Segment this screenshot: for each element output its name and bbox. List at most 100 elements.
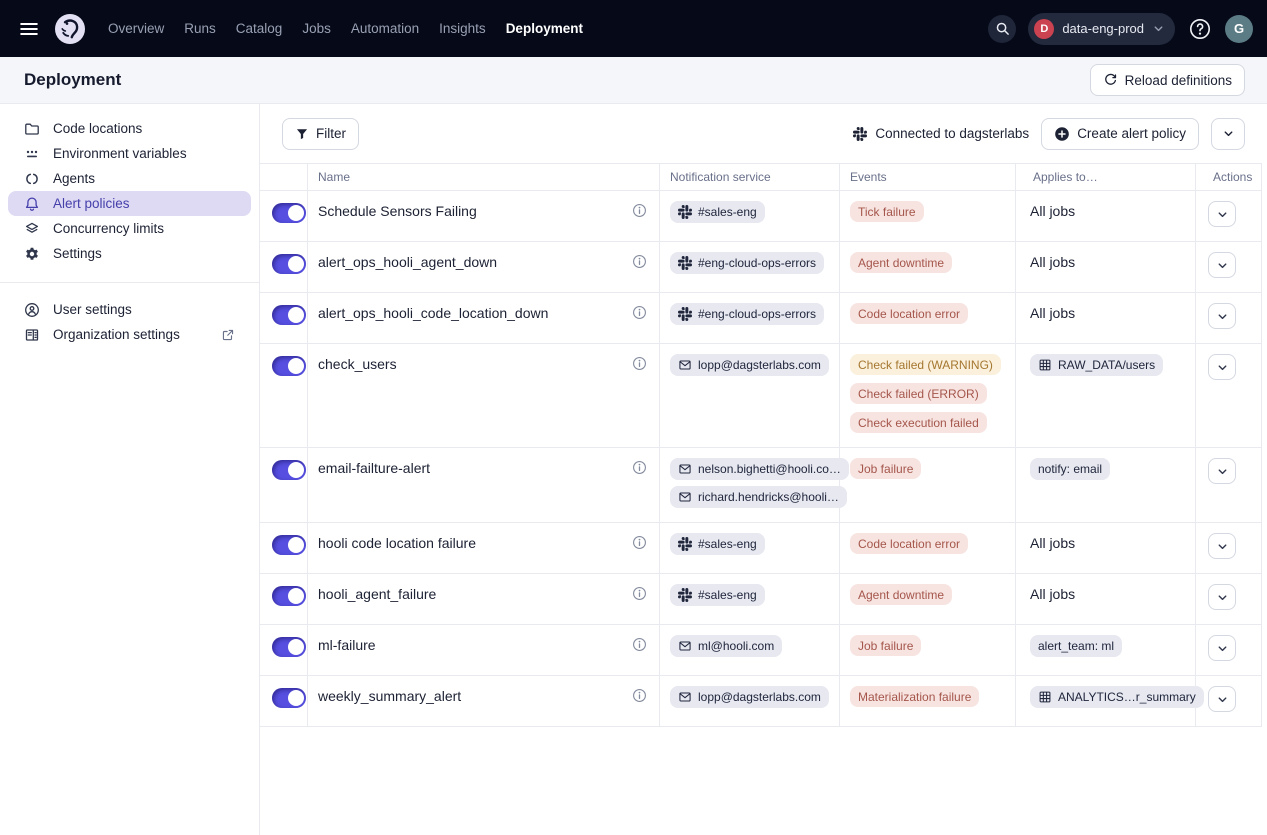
sidebar-item-label: Environment variables	[53, 146, 187, 161]
env-vars-icon	[24, 146, 40, 162]
applies-to-text: All jobs	[1030, 533, 1075, 551]
notification-service-chip: #eng-cloud-ops-errors	[670, 303, 824, 325]
email-icon	[678, 490, 692, 504]
info-icon[interactable]	[632, 584, 647, 601]
row-actions-button[interactable]	[1208, 458, 1236, 484]
info-icon[interactable]	[632, 252, 647, 269]
info-icon[interactable]	[632, 354, 647, 371]
notification-services: lopp@dagsterlabs.com	[670, 686, 829, 708]
chevron-down-icon	[1152, 22, 1165, 35]
alert-name: weekly_summary_alert	[318, 686, 461, 704]
sidebar-item-label: Organization settings	[53, 327, 180, 342]
applies-to: All jobs	[1030, 201, 1075, 219]
info-icon[interactable]	[632, 201, 647, 218]
table-row: weekly_summary_alert lopp@dagsterlabs.co…	[260, 676, 1262, 727]
more-options-button[interactable]	[1211, 118, 1245, 150]
applies-to-label: notify: email	[1038, 462, 1102, 476]
alert-enabled-toggle[interactable]	[272, 535, 306, 555]
sidebar-item-environment-variables[interactable]: Environment variables	[8, 141, 251, 166]
alert-enabled-toggle[interactable]	[272, 637, 306, 657]
nav-link-catalog[interactable]: Catalog	[236, 21, 283, 36]
search-icon	[995, 21, 1010, 36]
row-actions-button[interactable]	[1208, 201, 1236, 227]
create-alert-policy-button[interactable]: Create alert policy	[1041, 118, 1199, 150]
slack-connected-status: Connected to dagsterlabs	[853, 126, 1029, 141]
sidebar-item-organization-settings[interactable]: Organization settings	[8, 322, 251, 347]
user-icon	[24, 302, 40, 318]
applies-to: All jobs	[1030, 533, 1075, 551]
applies-to-chip: ANALYTICS…r_summary	[1030, 686, 1204, 708]
header-toggle-column	[260, 164, 308, 190]
help-icon	[1188, 17, 1212, 41]
info-icon[interactable]	[632, 303, 647, 320]
notification-services: ml@hooli.com	[670, 635, 782, 657]
sidebar-item-label: Code locations	[53, 121, 142, 136]
email-icon	[678, 462, 692, 476]
sidebar-item-settings[interactable]: Settings	[8, 241, 251, 266]
reload-definitions-label: Reload definitions	[1125, 73, 1232, 88]
nav-link-overview[interactable]: Overview	[108, 21, 164, 36]
alert-enabled-toggle[interactable]	[272, 688, 306, 708]
notification-service-chip: #sales-eng	[670, 533, 765, 555]
row-actions-button[interactable]	[1208, 354, 1236, 380]
reload-definitions-button[interactable]: Reload definitions	[1090, 64, 1245, 96]
row-actions-button[interactable]	[1208, 303, 1236, 329]
slack-icon	[678, 205, 692, 219]
event-badges: Agent downtime	[850, 252, 952, 273]
table-row: hooli code location failure #sales-eng C…	[260, 523, 1262, 574]
deployment-initial-badge: D	[1034, 19, 1054, 39]
alert-enabled-toggle[interactable]	[272, 460, 306, 480]
alert-name: hooli code location failure	[318, 533, 476, 551]
bell-icon	[24, 196, 40, 212]
info-icon[interactable]	[632, 686, 647, 703]
info-icon[interactable]	[632, 635, 647, 652]
notification-services: #sales-eng	[670, 201, 765, 223]
info-icon[interactable]	[632, 533, 647, 550]
notification-services: #eng-cloud-ops-errors	[670, 252, 824, 274]
notification-service-label: richard.hendricks@hooli…	[698, 490, 839, 504]
sidebar-item-alert-policies[interactable]: Alert policies	[8, 191, 251, 216]
sidebar-item-user-settings[interactable]: User settings	[8, 297, 251, 322]
table-row: hooli_agent_failure #sales-eng Agent dow…	[260, 574, 1262, 625]
applies-to: RAW_DATA/users	[1030, 354, 1163, 376]
notification-service-chip: nelson.bighetti@hooli.co…	[670, 458, 849, 480]
nav-link-insights[interactable]: Insights	[439, 21, 486, 36]
notification-service-chip: lopp@dagsterlabs.com	[670, 686, 829, 708]
sidebar-item-code-locations[interactable]: Code locations	[8, 116, 251, 141]
filter-button[interactable]: Filter	[282, 118, 359, 150]
alert-enabled-toggle[interactable]	[272, 254, 306, 274]
row-actions-button[interactable]	[1208, 686, 1236, 712]
applies-to-text: All jobs	[1030, 584, 1075, 602]
dagster-logo-icon[interactable]	[54, 13, 86, 45]
help-button[interactable]	[1187, 16, 1213, 42]
nav-link-jobs[interactable]: Jobs	[302, 21, 331, 36]
alert-name: email-failture-alert	[318, 458, 430, 476]
search-button[interactable]	[988, 15, 1016, 43]
notification-service-label: lopp@dagsterlabs.com	[698, 358, 821, 372]
hamburger-menu-icon[interactable]	[14, 14, 44, 44]
sidebar-item-agents[interactable]: Agents	[8, 166, 251, 191]
plus-circle-icon	[1054, 126, 1070, 142]
info-icon[interactable]	[632, 458, 647, 475]
alert-policies-table: Name Notification service Events Applies…	[260, 163, 1262, 727]
notification-service-label: #sales-eng	[698, 205, 757, 219]
nav-link-runs[interactable]: Runs	[184, 21, 216, 36]
nav-link-automation[interactable]: Automation	[351, 21, 419, 36]
notification-services: lopp@dagsterlabs.com	[670, 354, 829, 376]
notification-services: nelson.bighetti@hooli.co… richard.hendric…	[670, 458, 849, 508]
sidebar-item-concurrency-limits[interactable]: Concurrency limits	[8, 216, 251, 241]
slack-connected-label: Connected to dagsterlabs	[875, 126, 1029, 141]
alert-enabled-toggle[interactable]	[272, 203, 306, 223]
alert-enabled-toggle[interactable]	[272, 356, 306, 376]
row-actions-button[interactable]	[1208, 584, 1236, 610]
alert-enabled-toggle[interactable]	[272, 586, 306, 606]
row-actions-button[interactable]	[1208, 533, 1236, 559]
notification-service-label: ml@hooli.com	[698, 639, 774, 653]
row-actions-button[interactable]	[1208, 252, 1236, 278]
nav-link-deployment[interactable]: Deployment	[506, 21, 583, 36]
deployment-selector[interactable]: D data-eng-prod	[1028, 13, 1175, 45]
alert-name: ml-failure	[318, 635, 376, 653]
alert-enabled-toggle[interactable]	[272, 305, 306, 325]
row-actions-button[interactable]	[1208, 635, 1236, 661]
user-avatar[interactable]: G	[1225, 15, 1253, 43]
